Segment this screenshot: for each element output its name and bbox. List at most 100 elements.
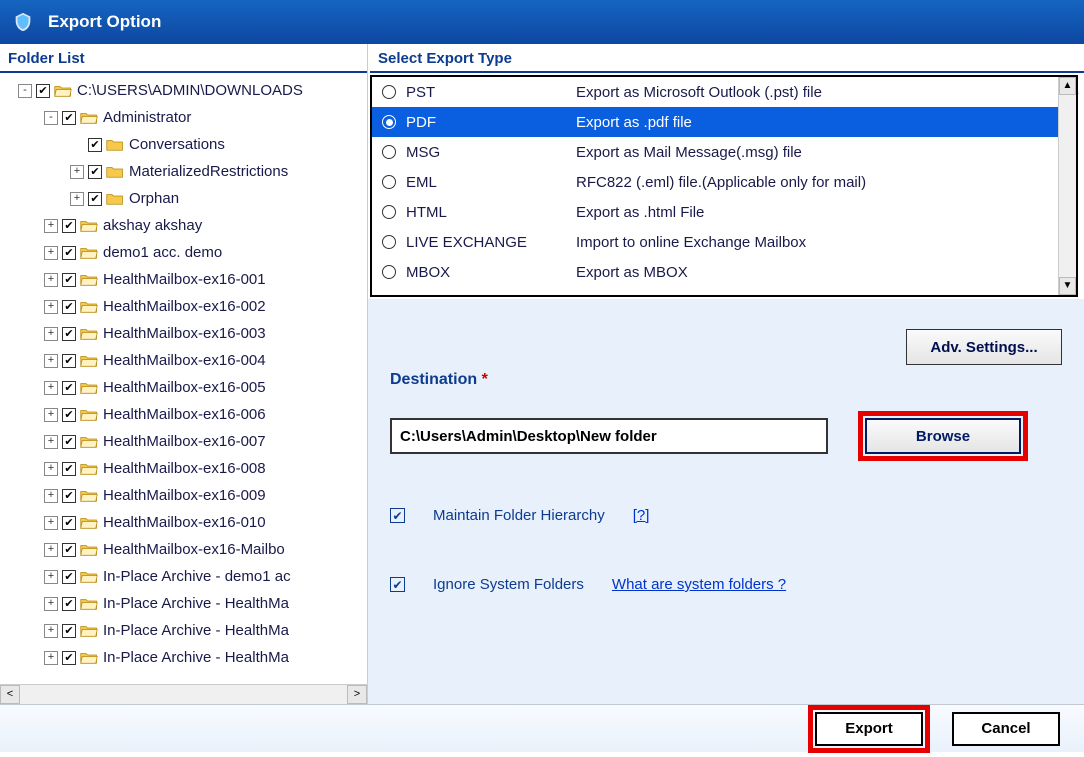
tree-item[interactable]: +✔In-Place Archive - HealthMa <box>6 590 367 617</box>
tree-item[interactable]: +✔Orphan <box>6 185 367 212</box>
expand-icon[interactable]: + <box>44 516 58 530</box>
expand-icon[interactable]: + <box>44 624 58 638</box>
system-folders-link[interactable]: What are system folders ? <box>612 576 786 593</box>
cancel-button[interactable]: Cancel <box>952 712 1060 746</box>
expand-icon[interactable]: + <box>44 408 58 422</box>
tree-item[interactable]: + ✔ HealthMailbox-ex16-007 <box>6 428 367 455</box>
tree-item[interactable]: +✔HealthMailbox-ex16-010 <box>6 509 367 536</box>
tree-item[interactable]: +✔In-Place Archive - demo1 ac <box>6 563 367 590</box>
expand-icon[interactable]: + <box>44 381 58 395</box>
expand-icon[interactable]: + <box>44 462 58 476</box>
expand-icon[interactable]: + <box>44 489 58 503</box>
radio-icon[interactable] <box>382 205 396 219</box>
expand-icon[interactable]: - <box>44 111 58 125</box>
radio-icon[interactable] <box>382 175 396 189</box>
tree-item[interactable]: +✔demo1 acc. demo <box>6 239 367 266</box>
tree-item[interactable]: +✔HealthMailbox-ex16-005 <box>6 374 367 401</box>
tree-item[interactable]: +✔akshay akshay <box>6 212 367 239</box>
expand-icon[interactable]: + <box>70 192 84 206</box>
expand-icon[interactable]: + <box>44 354 58 368</box>
expand-icon[interactable]: + <box>44 570 58 584</box>
folder-tree[interactable]: -✔C:\USERS\ADMIN\DOWNLOADS-✔Administrato… <box>0 73 367 684</box>
export-type-row[interactable]: PSTExport as Microsoft Outlook (.pst) fi… <box>372 77 1058 107</box>
expand-icon[interactable]: + <box>44 246 58 260</box>
export-type-desc: Export as Microsoft Outlook (.pst) file <box>576 84 822 101</box>
tree-item[interactable]: +✔HealthMailbox-ex16-001 <box>6 266 367 293</box>
browse-button[interactable]: Browse <box>865 418 1021 454</box>
tree-checkbox[interactable]: ✔ <box>62 435 76 449</box>
export-type-row[interactable]: MBOXExport as MBOX <box>372 257 1058 287</box>
tree-checkbox[interactable]: ✔ <box>62 543 76 557</box>
adv-settings-button[interactable]: Adv. Settings... <box>906 329 1062 365</box>
export-type-row[interactable]: EMLRFC822 (.eml) file.(Applicable only f… <box>372 167 1058 197</box>
expand-icon[interactable]: - <box>18 84 32 98</box>
expand-icon[interactable]: + <box>44 273 58 287</box>
tree-checkbox[interactable]: ✔ <box>62 516 76 530</box>
v-scrollbar[interactable]: ▲ ▼ <box>1058 77 1076 295</box>
export-type-row[interactable]: LIVE EXCHANGEImport to online Exchange M… <box>372 227 1058 257</box>
maintain-hierarchy-help-link[interactable]: [?] <box>633 507 650 524</box>
tree-checkbox[interactable]: ✔ <box>62 300 76 314</box>
export-type-row[interactable]: PDFExport as .pdf file <box>372 107 1058 137</box>
tree-checkbox[interactable]: ✔ <box>62 273 76 287</box>
tree-checkbox[interactable]: ✔ <box>88 138 102 152</box>
tree-checkbox[interactable]: ✔ <box>62 624 76 638</box>
expand-icon[interactable]: + <box>70 165 84 179</box>
scroll-left-icon[interactable]: < <box>0 685 20 704</box>
tree-item[interactable]: +✔MaterializedRestrictions <box>6 158 367 185</box>
tree-checkbox[interactable]: ✔ <box>62 570 76 584</box>
tree-checkbox[interactable]: ✔ <box>62 327 76 341</box>
export-button[interactable]: Export <box>815 712 923 746</box>
tree-checkbox[interactable]: ✔ <box>62 597 76 611</box>
tree-checkbox[interactable]: ✔ <box>62 246 76 260</box>
export-type-desc: Export to Office 365 Account <box>576 294 766 296</box>
export-type-row[interactable]: Office 365Export to Office 365 Account <box>372 287 1058 295</box>
tree-checkbox[interactable]: ✔ <box>62 111 76 125</box>
tree-item-label: HealthMailbox-ex16-007 <box>103 433 266 450</box>
radio-icon[interactable] <box>382 115 396 129</box>
tree-item[interactable]: +✔HealthMailbox-ex16-008 <box>6 455 367 482</box>
tree-checkbox[interactable]: ✔ <box>62 219 76 233</box>
tree-item[interactable]: +✔HealthMailbox-ex16-009 <box>6 482 367 509</box>
export-type-row[interactable]: HTMLExport as .html File <box>372 197 1058 227</box>
tree-checkbox[interactable]: ✔ <box>62 381 76 395</box>
tree-item[interactable]: -✔Administrator <box>6 104 367 131</box>
tree-checkbox[interactable]: ✔ <box>62 651 76 665</box>
radio-icon[interactable] <box>382 265 396 279</box>
scroll-up-icon[interactable]: ▲ <box>1059 77 1076 95</box>
expand-icon[interactable]: + <box>44 597 58 611</box>
export-type-code: EML <box>406 174 576 191</box>
tree-checkbox[interactable]: ✔ <box>36 84 50 98</box>
expand-icon[interactable]: + <box>44 327 58 341</box>
tree-item[interactable]: -✔C:\USERS\ADMIN\DOWNLOADS <box>6 77 367 104</box>
expand-icon[interactable]: + <box>44 651 58 665</box>
scroll-right-icon[interactable]: > <box>347 685 367 704</box>
tree-checkbox[interactable]: ✔ <box>62 354 76 368</box>
radio-icon[interactable] <box>382 235 396 249</box>
tree-checkbox[interactable]: ✔ <box>88 165 102 179</box>
expand-icon[interactable]: + <box>44 435 58 449</box>
tree-checkbox[interactable]: ✔ <box>62 408 76 422</box>
expand-icon[interactable]: + <box>44 543 58 557</box>
expand-icon[interactable]: + <box>44 300 58 314</box>
h-scrollbar[interactable]: < > <box>0 684 367 704</box>
tree-checkbox[interactable]: ✔ <box>88 192 102 206</box>
tree-checkbox[interactable]: ✔ <box>62 489 76 503</box>
tree-item[interactable]: +✔In-Place Archive - HealthMa <box>6 644 367 671</box>
radio-icon[interactable] <box>382 85 396 99</box>
ignore-system-checkbox[interactable]: ✔ <box>390 577 405 592</box>
export-type-row[interactable]: MSGExport as Mail Message(.msg) file <box>372 137 1058 167</box>
destination-input[interactable] <box>390 418 828 454</box>
tree-item[interactable]: +✔HealthMailbox-ex16-Mailbo <box>6 536 367 563</box>
tree-checkbox[interactable]: ✔ <box>62 462 76 476</box>
tree-item[interactable]: ✔Conversations <box>6 131 367 158</box>
tree-item[interactable]: +✔HealthMailbox-ex16-002 <box>6 293 367 320</box>
tree-item[interactable]: +✔HealthMailbox-ex16-003 <box>6 320 367 347</box>
tree-item[interactable]: +✔HealthMailbox-ex16-004 <box>6 347 367 374</box>
tree-item[interactable]: +✔HealthMailbox-ex16-006 <box>6 401 367 428</box>
expand-icon[interactable]: + <box>44 219 58 233</box>
maintain-hierarchy-checkbox[interactable]: ✔ <box>390 508 405 523</box>
scroll-down-icon[interactable]: ▼ <box>1059 277 1076 295</box>
radio-icon[interactable] <box>382 145 396 159</box>
tree-item[interactable]: +✔In-Place Archive - HealthMa <box>6 617 367 644</box>
